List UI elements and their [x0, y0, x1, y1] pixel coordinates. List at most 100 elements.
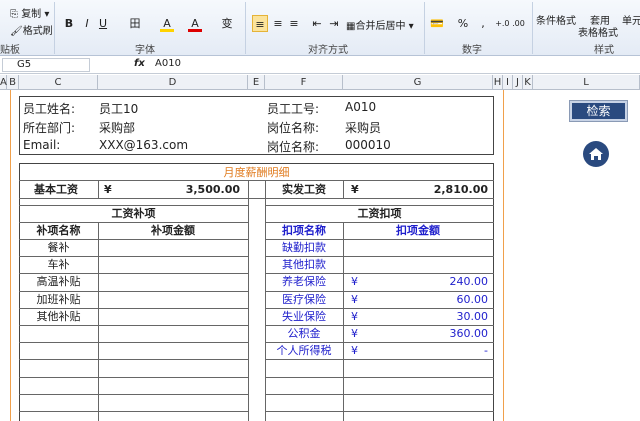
allowance-amount-cell[interactable]	[98, 273, 248, 290]
deduction-name-header: 扣项名称	[282, 224, 326, 237]
column-header-f[interactable]: F	[265, 75, 343, 90]
merge-center-button[interactable]: ▦合并后居中 ▾	[346, 17, 414, 32]
fill-color-button[interactable]: A	[160, 15, 174, 32]
base-salary-label: 基本工资	[34, 183, 78, 196]
deduction-currency: ¥	[351, 344, 358, 357]
deduction-amount[interactable]: 30.00	[396, 308, 489, 325]
allowance-name-header: 补项名称	[36, 224, 81, 237]
base-currency: ¥	[104, 183, 112, 196]
column-header-g[interactable]: G	[343, 75, 493, 90]
column-headers: A B C D E F G H I J K L	[0, 75, 640, 90]
indent-decrease-icon: ⇤	[312, 17, 322, 30]
search-button[interactable]: 检索	[570, 101, 627, 121]
comma-button[interactable]: ,	[476, 15, 490, 32]
base-salary-value[interactable]: 3,500.00	[150, 181, 240, 198]
column-header-b[interactable]: B	[7, 75, 19, 90]
phonetic-button[interactable]: 变	[220, 15, 234, 32]
align-right-button[interactable]: ≡	[287, 15, 301, 32]
font-group-label: 字体	[135, 45, 155, 56]
column-header-c[interactable]: C	[19, 75, 98, 90]
underline-button[interactable]: U	[96, 15, 110, 32]
name-value[interactable]: 员工10	[99, 100, 138, 117]
allowance-amount-cell[interactable]	[98, 308, 248, 325]
deduction-amount[interactable]: -	[396, 342, 488, 359]
id-value[interactable]: A010	[345, 100, 376, 114]
align-left-icon: ≡	[255, 18, 265, 31]
align-right-icon: ≡	[289, 17, 299, 30]
ribbon: ⎘ 复制 ▾ 🖌格式刷 贴板 B I U 田 A A 变 字体 ≡ ≡ ≡ ⇤ …	[0, 0, 640, 56]
name-label: 员工姓名:	[23, 102, 76, 116]
deduction-amount[interactable]	[396, 239, 488, 256]
email-value[interactable]: XXX@163.com	[99, 138, 188, 152]
id-label: 员工工号:	[267, 102, 320, 116]
net-salary-value[interactable]: 2,810.00	[396, 181, 488, 198]
copy-icon: ⎘	[10, 9, 18, 20]
dept-value[interactable]: 采购部	[99, 119, 135, 136]
percent-button[interactable]: %	[456, 15, 470, 32]
align-center-button[interactable]: ≡	[271, 15, 285, 32]
copy-button[interactable]: ⎘ 复制 ▾	[10, 5, 49, 20]
home-button[interactable]	[583, 141, 609, 167]
deduction-amount[interactable]: 240.00	[396, 273, 489, 290]
align-left-button[interactable]: ≡	[252, 15, 268, 32]
column-header-e[interactable]: E	[248, 75, 265, 90]
fx-icon[interactable]: fx	[134, 58, 145, 69]
formula-input[interactable]: A010	[155, 58, 181, 69]
column-header-l[interactable]: L	[533, 75, 640, 90]
net-currency: ¥	[351, 183, 359, 196]
deduction-name: 公积金	[287, 327, 321, 340]
allowance-amount-cell[interactable]	[98, 256, 248, 273]
number-group-label: 数字	[462, 45, 482, 56]
email-label: Email:	[23, 138, 61, 152]
column-header-i[interactable]: I	[503, 75, 513, 90]
net-salary-label: 实发工资	[282, 183, 326, 196]
column-header-j[interactable]: J	[513, 75, 523, 90]
deduction-name: 缺勤扣款	[282, 241, 326, 254]
deduction-amount[interactable]: 360.00	[396, 325, 489, 342]
allowance-name: 高温补贴	[36, 275, 81, 288]
cell-style-button[interactable]: 单元	[622, 12, 640, 27]
allowance-name: 餐补	[47, 241, 70, 254]
deduction-currency: ¥	[351, 275, 358, 288]
column-header-k[interactable]: K	[523, 75, 533, 90]
alignment-group-label: 对齐方式	[308, 45, 348, 56]
format-painter-button[interactable]: 🖌格式刷	[10, 22, 53, 37]
deduction-currency: ¥	[351, 310, 358, 323]
deduction-amount[interactable]	[396, 256, 488, 273]
decimal-button[interactable]: +.0 .00	[494, 15, 526, 32]
bold-button[interactable]: B	[62, 15, 76, 32]
font-color-button[interactable]: A	[188, 15, 202, 32]
column-header-h[interactable]: H	[493, 75, 503, 90]
italic-button[interactable]: I	[80, 15, 94, 32]
allowance-amount-cell[interactable]	[98, 239, 248, 256]
column-header-a[interactable]: A	[0, 75, 7, 90]
deduction-amount[interactable]: 60.00	[396, 291, 489, 308]
indent-decrease-button[interactable]: ⇤	[310, 15, 324, 32]
formula-bar: G5 fx A010	[0, 57, 640, 74]
deduction-name: 养老保险	[282, 275, 326, 288]
post-value[interactable]: 采购员	[345, 119, 381, 136]
print-boundary-right	[503, 90, 504, 421]
allowance-amount-cell[interactable]	[98, 291, 248, 308]
employee-info-box	[19, 96, 494, 155]
name-box[interactable]: G5	[2, 58, 90, 72]
indent-increase-icon: ⇥	[329, 17, 339, 30]
indent-increase-button[interactable]: ⇥	[327, 15, 341, 32]
currency-format-button[interactable]: 💳	[430, 15, 444, 32]
column-header-d[interactable]: D	[98, 75, 248, 90]
salary-title: 月度薪酬明细	[223, 166, 290, 179]
deduction-title: 工资扣项	[357, 207, 402, 220]
border-button[interactable]: 田	[128, 15, 142, 32]
allowance-name: 其他补贴	[36, 310, 81, 323]
align-center-icon: ≡	[273, 17, 283, 30]
currency-icon: 💳	[430, 17, 444, 30]
post2-value[interactable]: 000010	[345, 138, 391, 152]
brush-icon: 🖌	[10, 26, 23, 37]
post-label: 岗位名称:	[267, 121, 320, 135]
deduction-currency: ¥	[351, 327, 358, 340]
table-format-label: 表格格式	[578, 28, 618, 39]
style-group-label: 样式	[594, 45, 614, 56]
deduction-name: 失业保险	[282, 310, 326, 323]
print-boundary-left	[10, 90, 11, 421]
conditional-format-button[interactable]: 条件格式	[536, 12, 576, 27]
